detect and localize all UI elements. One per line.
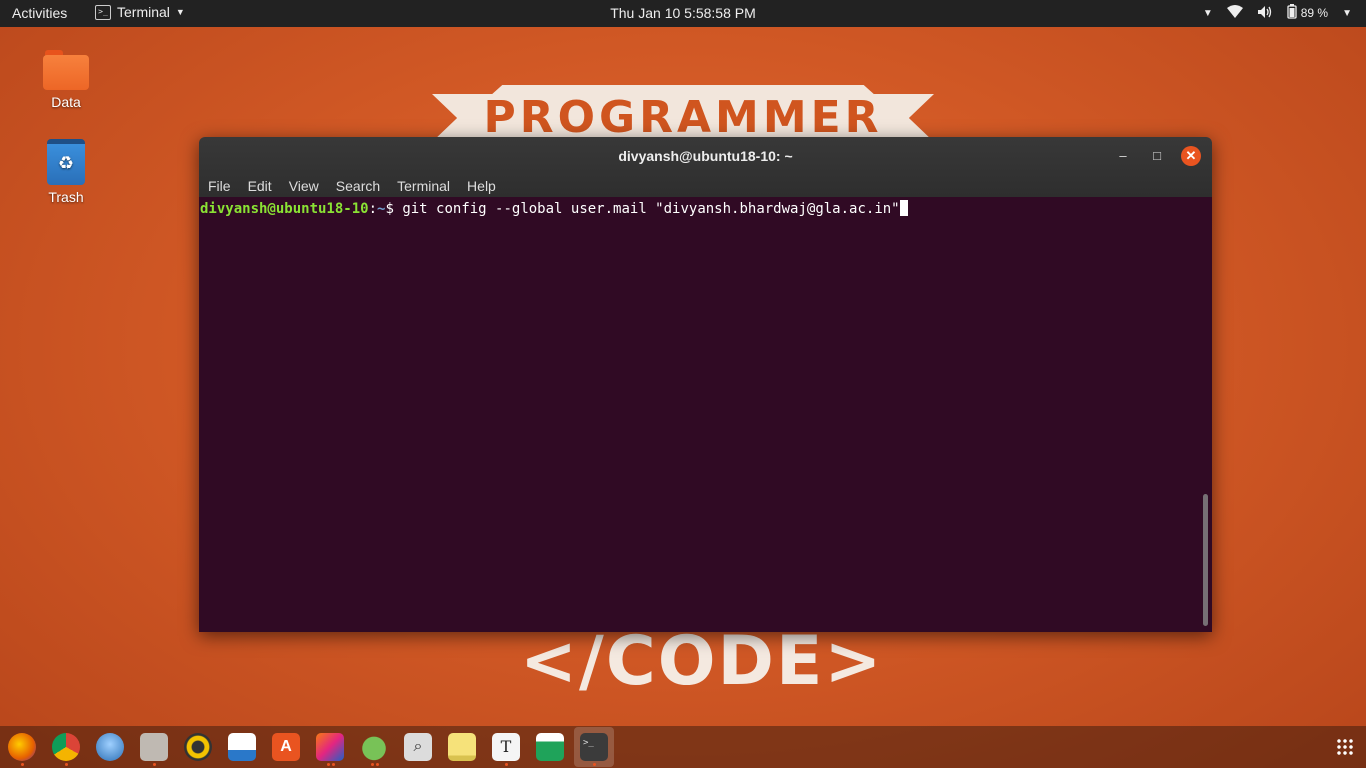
files-icon[interactable] <box>140 733 168 761</box>
chrome-icon[interactable] <box>52 733 80 761</box>
show-applications-icon[interactable] <box>1336 738 1354 756</box>
prompt-symbol: $ <box>385 201 403 217</box>
menu-file[interactable]: File <box>208 178 231 194</box>
prompt-user: divyansh@ubuntu18-10 <box>200 201 369 217</box>
window-title: divyansh@ubuntu18-10: ~ <box>618 148 793 164</box>
running-indicator <box>332 763 335 766</box>
running-indicator <box>65 763 68 766</box>
clock[interactable]: Thu Jan 10 5:58:58 PM <box>0 5 1366 21</box>
folder-icon <box>43 50 89 90</box>
wifi-icon[interactable] <box>1226 4 1243 22</box>
wallpaper-top-text: PROGRAMMER <box>483 92 883 143</box>
wallpaper-bottom-text: </CODE> <box>520 622 884 701</box>
menu-bar: File Edit View Search Terminal Help <box>208 178 513 194</box>
terminal-output[interactable]: divyansh@ubuntu18-10:~$ git config --glo… <box>199 197 1212 632</box>
text-cursor <box>899 200 908 216</box>
running-indicator <box>505 763 508 766</box>
minimize-button[interactable]: – <box>1113 146 1133 166</box>
rhythmbox-icon[interactable] <box>184 733 212 761</box>
desktop-icon-label: Trash <box>48 189 84 205</box>
running-indicator <box>327 763 330 766</box>
running-indicator <box>593 763 596 766</box>
prompt-separator: : <box>368 201 378 217</box>
trash-icon: ♻ <box>47 139 85 185</box>
notes-icon[interactable] <box>448 733 476 761</box>
desktop-icon-trash[interactable]: ♻ Trash <box>26 139 106 205</box>
terminal-icon[interactable]: >_ <box>580 733 608 761</box>
battery-icon[interactable] <box>1287 4 1297 22</box>
calc-icon[interactable] <box>536 733 564 761</box>
android-studio-icon[interactable] <box>360 733 388 761</box>
command-text: git config --global user.mail "divyansh.… <box>402 201 900 217</box>
command-line: divyansh@ubuntu18-10:~$ git config --glo… <box>200 200 908 217</box>
writer-icon[interactable] <box>228 733 256 761</box>
window-titlebar[interactable]: divyansh@ubuntu18-10: ~ – □ ✕ File Edit … <box>199 137 1212 197</box>
firefox-icon[interactable] <box>8 733 36 761</box>
typora-icon[interactable]: T <box>492 733 520 761</box>
top-bar: Activities >_ Terminal ▼ Thu Jan 10 5:58… <box>0 0 1366 27</box>
search-icon[interactable]: ⌕ <box>404 733 432 761</box>
menu-view[interactable]: View <box>289 178 319 194</box>
battery-percent: 89 % <box>1300 6 1329 20</box>
scrollbar[interactable] <box>1203 494 1208 626</box>
chevron-down-icon[interactable]: ▼ <box>1203 8 1213 19</box>
menu-search[interactable]: Search <box>336 178 380 194</box>
intellij-icon[interactable] <box>316 733 344 761</box>
menu-help[interactable]: Help <box>467 178 496 194</box>
menu-edit[interactable]: Edit <box>248 178 272 194</box>
running-indicator <box>371 763 374 766</box>
close-button[interactable]: ✕ <box>1181 146 1201 166</box>
power-menu-chevron-icon[interactable]: ▼ <box>1342 8 1352 19</box>
desktop-icon-label: Data <box>51 94 81 110</box>
dock: A ⌕ T >_ <box>0 726 1366 768</box>
running-indicator <box>376 763 379 766</box>
thunderbird-icon[interactable] <box>96 733 124 761</box>
desktop-icon-data[interactable]: Data <box>26 50 106 110</box>
software-icon[interactable]: A <box>272 733 300 761</box>
volume-icon[interactable] <box>1257 5 1273 22</box>
maximize-button[interactable]: □ <box>1147 146 1167 166</box>
system-tray[interactable]: ▼ 89 % ▼ <box>1203 4 1352 22</box>
menu-terminal[interactable]: Terminal <box>397 178 450 194</box>
terminal-window[interactable]: divyansh@ubuntu18-10: ~ – □ ✕ File Edit … <box>199 137 1212 632</box>
running-indicator <box>153 763 156 766</box>
running-indicator <box>21 763 24 766</box>
